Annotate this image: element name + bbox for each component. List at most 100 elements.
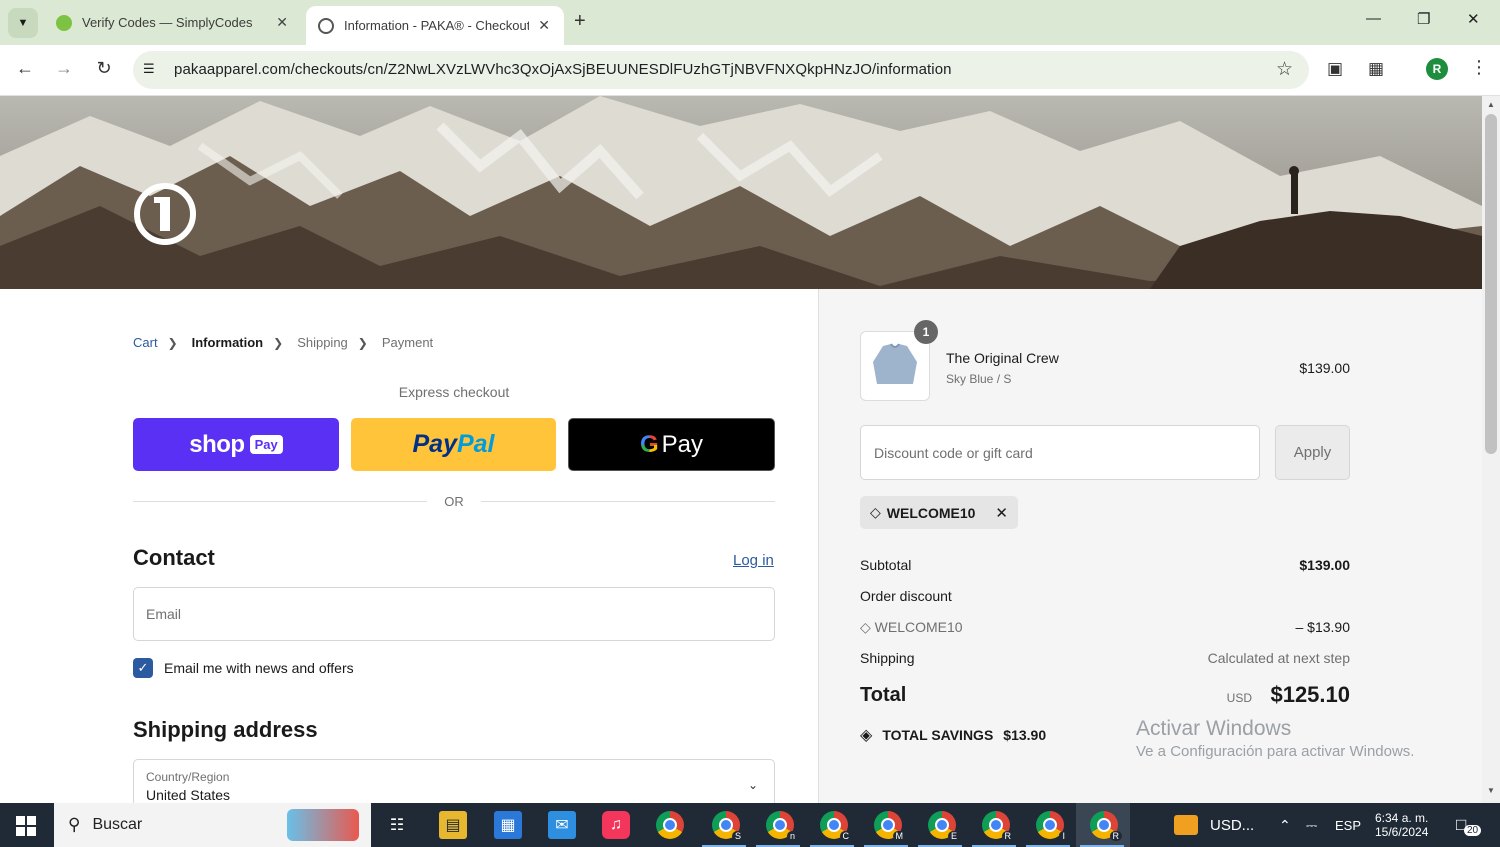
chrome-profile-icon[interactable]: R bbox=[1090, 811, 1122, 841]
weather-text: USD... bbox=[1210, 816, 1255, 834]
total-label: Total bbox=[860, 684, 907, 706]
profile-letter: S bbox=[731, 831, 744, 841]
tab-title: Information - PAKA® - Checkout bbox=[344, 18, 529, 33]
subtotal-row: Subtotal $139.00 bbox=[860, 557, 1350, 573]
chrome-profile-icon[interactable]: R bbox=[982, 811, 1014, 841]
shipping-value: Calculated at next step bbox=[1207, 650, 1350, 666]
page-scrollbar[interactable]: ▲ ▼ bbox=[1482, 96, 1500, 803]
paypal-button[interactable]: Pay Pal bbox=[351, 418, 556, 471]
profile-avatar[interactable]: R bbox=[1426, 58, 1448, 80]
windows-activation-watermark: Activar Windows Ve a Configuración para … bbox=[1136, 717, 1414, 760]
google-g-icon: G bbox=[639, 430, 659, 458]
profile-letter: R bbox=[1001, 831, 1014, 841]
remove-discount-icon[interactable]: ✕ bbox=[995, 504, 1008, 522]
chrome-profile-icon[interactable]: E bbox=[928, 811, 960, 841]
chrome-profile-icon[interactable]: n bbox=[766, 811, 798, 841]
mail-icon[interactable]: ✉ bbox=[548, 811, 576, 839]
discount-placeholder: Discount code or gift card bbox=[874, 445, 1033, 461]
shipping-label: Shipping bbox=[860, 650, 915, 666]
breadcrumb-cart[interactable]: Cart bbox=[133, 335, 158, 350]
close-tab-icon[interactable]: ✕ bbox=[538, 17, 550, 34]
shipping-row: Shipping Calculated at next step bbox=[860, 650, 1350, 666]
browser-toolbar: ← → ↻ ☰ pakaapparel.com/checkouts/cn/Z2N… bbox=[0, 45, 1500, 96]
browser-tab-strip: ▼ Verify Codes — SimplyCodes ✕ Informati… bbox=[0, 0, 1500, 45]
paypal-wordmark-pay: Pay bbox=[412, 430, 457, 458]
url-text[interactable]: pakaapparel.com/checkouts/cn/Z2NwLXVzLWV… bbox=[174, 61, 952, 78]
country-value: United States bbox=[146, 787, 231, 803]
subtotal-label: Subtotal bbox=[860, 557, 912, 573]
reload-icon[interactable]: ↻ bbox=[92, 58, 116, 79]
chrome-profile-icon[interactable]: I bbox=[1036, 811, 1068, 841]
paypal-wordmark-pal: Pal bbox=[456, 430, 495, 458]
globe-icon bbox=[318, 17, 334, 34]
forward-arrow-icon[interactable]: → bbox=[52, 58, 76, 79]
new-tab-button[interactable]: + bbox=[574, 10, 586, 33]
tab-search-button[interactable]: ▼ bbox=[8, 8, 38, 38]
discount-value: – $13.90 bbox=[1295, 619, 1351, 635]
extension-icon[interactable]: ▣ bbox=[1327, 59, 1343, 79]
profile-letter: M bbox=[892, 831, 906, 841]
language-indicator[interactable]: ESP bbox=[1335, 803, 1361, 847]
chevron-right-icon: ❯ bbox=[167, 335, 178, 350]
scroll-up-icon[interactable]: ▲ bbox=[1487, 100, 1495, 109]
weather-icon bbox=[1174, 815, 1198, 835]
chrome-icon[interactable] bbox=[656, 811, 684, 839]
weather-widget[interactable]: USD... bbox=[1174, 803, 1254, 847]
discount-code-input[interactable]: Discount code or gift card bbox=[860, 425, 1260, 480]
clock[interactable]: 6:34 a. m. 15/6/2024 bbox=[1375, 803, 1428, 847]
tab-paka-checkout[interactable]: Information - PAKA® - Checkout ✕ bbox=[306, 6, 564, 45]
chrome-profile-icon[interactable]: S bbox=[712, 811, 744, 841]
close-tab-icon[interactable]: ✕ bbox=[276, 14, 288, 31]
microsoft-store-icon[interactable]: ▦ bbox=[494, 811, 522, 839]
network-icon[interactable]: ⎓ bbox=[1306, 803, 1317, 847]
task-view-icon[interactable]: ☷ bbox=[383, 811, 411, 839]
minimize-icon[interactable]: — bbox=[1366, 10, 1381, 27]
shop-wordmark: shop bbox=[189, 430, 245, 458]
breadcrumb: Cart ❯ Information ❯ Shipping ❯ Payment bbox=[133, 335, 443, 350]
kebab-menu-icon[interactable]: ⋮ bbox=[1470, 57, 1488, 78]
savings-value: $13.90 bbox=[1003, 727, 1047, 743]
file-explorer-icon[interactable]: ▤ bbox=[439, 811, 467, 839]
back-arrow-icon[interactable]: ← bbox=[13, 58, 37, 79]
tab-simplycodes[interactable]: Verify Codes — SimplyCodes ✕ bbox=[46, 0, 302, 45]
order-discount-label: Order discount bbox=[860, 588, 952, 604]
mountain-landscape-image bbox=[0, 96, 1482, 289]
chrome-profile-icon[interactable]: M bbox=[874, 811, 906, 841]
close-window-icon[interactable]: ✕ bbox=[1467, 10, 1480, 28]
applied-discount-tag: ◇ WELCOME10 ✕ bbox=[860, 496, 1018, 529]
scroll-thumb[interactable] bbox=[1485, 114, 1497, 454]
checkout-main: Cart ❯ Information ❯ Shipping ❯ Payment … bbox=[0, 289, 819, 819]
email-field[interactable]: Email bbox=[133, 587, 775, 641]
apply-discount-button[interactable]: Apply bbox=[1275, 425, 1350, 480]
chrome-profile-icon[interactable]: C bbox=[820, 811, 852, 841]
product-variant: Sky Blue / S bbox=[946, 372, 1012, 386]
bookmark-star-icon[interactable]: ☆ bbox=[1276, 58, 1293, 81]
total-value: $125.10 bbox=[1270, 682, 1350, 707]
google-pay-button[interactable]: G Pay bbox=[568, 418, 775, 471]
site-settings-icon[interactable]: ☰ bbox=[143, 61, 155, 77]
paka-logo bbox=[134, 183, 196, 245]
breadcrumb-shipping: Shipping bbox=[297, 335, 348, 350]
chevron-right-icon: ❯ bbox=[273, 335, 284, 350]
contact-heading: Contact bbox=[133, 545, 215, 570]
profile-letter: I bbox=[1059, 831, 1068, 841]
login-link[interactable]: Log in bbox=[733, 552, 774, 569]
shop-pay-button[interactable]: shop Pay bbox=[133, 418, 339, 471]
chevron-right-icon: ❯ bbox=[357, 335, 368, 350]
show-hidden-icons-icon[interactable]: ⌃ bbox=[1279, 803, 1291, 847]
windows-start-icon[interactable] bbox=[16, 816, 36, 836]
address-bar[interactable]: ☰ pakaapparel.com/checkouts/cn/Z2NwLXVzL… bbox=[133, 51, 1309, 89]
notifications-icon[interactable]: □ bbox=[1456, 803, 1466, 847]
taskbar-search[interactable]: ⚲ Buscar bbox=[54, 803, 371, 847]
music-icon[interactable]: ♫ bbox=[602, 811, 630, 839]
total-currency: USD bbox=[1226, 691, 1252, 705]
scroll-down-icon[interactable]: ▼ bbox=[1487, 786, 1495, 795]
search-highlight-image bbox=[287, 809, 359, 841]
newsletter-checkbox[interactable]: ✓ bbox=[133, 658, 153, 678]
subtotal-value: $139.00 bbox=[1299, 557, 1350, 573]
quantity-badge: 1 bbox=[914, 320, 938, 344]
puzzle-extensions-icon[interactable]: ▦ bbox=[1368, 59, 1384, 79]
email-placeholder: Email bbox=[146, 606, 182, 622]
tag-icon: ◇ bbox=[860, 619, 871, 635]
restore-icon[interactable]: ❐ bbox=[1417, 10, 1430, 28]
